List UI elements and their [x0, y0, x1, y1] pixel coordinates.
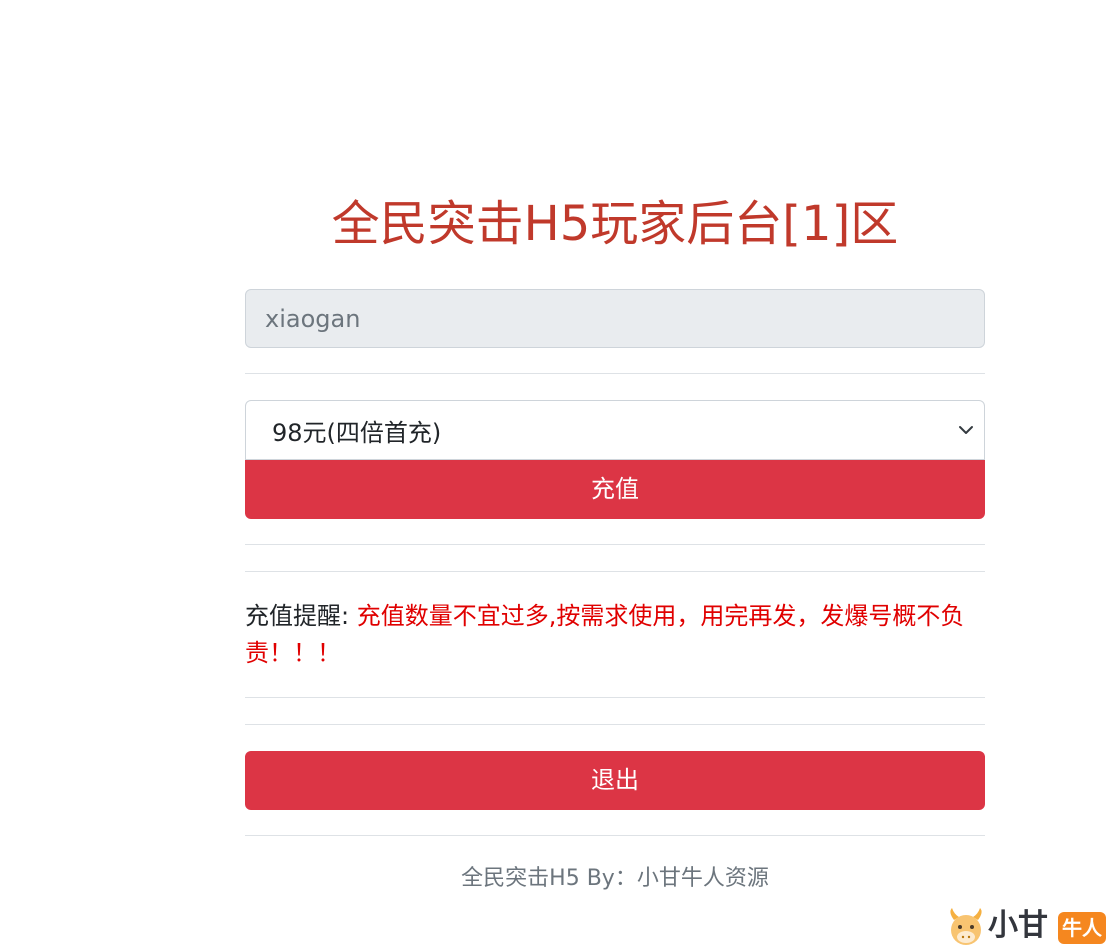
divider	[245, 571, 985, 572]
recharge-button[interactable]: 充值	[245, 460, 985, 519]
reminder-label: 充值提醒:	[245, 602, 357, 630]
watermark-badge: 牛人	[1058, 912, 1106, 944]
footer-credit: 全民突击H5 By：小甘牛人资源	[461, 866, 769, 891]
ox-mascot-icon	[950, 908, 982, 945]
package-select-value: 98元(四倍首充)	[272, 419, 442, 447]
divider	[245, 835, 985, 836]
recharge-reminder: 充值提醒: 充值数量不宜过多,按需求使用，用完再发，发爆号概不负责！！！	[245, 598, 985, 672]
watermark-logo: 小甘 牛人	[946, 902, 1117, 950]
package-select[interactable]: 98元(四倍首充)	[245, 400, 985, 460]
page-title: 全民突击H5玩家后台[1]区	[331, 196, 899, 252]
divider	[245, 697, 985, 698]
divider	[245, 724, 985, 725]
divider	[245, 544, 985, 545]
watermark-text: 小甘	[988, 908, 1048, 943]
logout-button[interactable]: 退出	[245, 751, 985, 810]
chevron-down-icon	[959, 426, 973, 434]
username-input[interactable]	[245, 289, 985, 348]
divider	[245, 373, 985, 374]
